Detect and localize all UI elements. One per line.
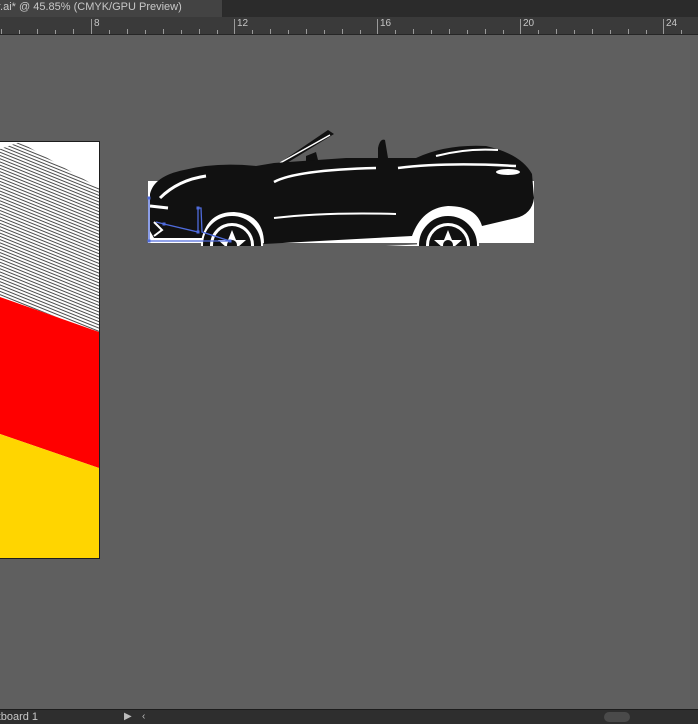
document-tab-title: r.ai* @ 45.85% (CMYK/GPU Preview) xyxy=(0,1,182,13)
artboard-name: rtboard 1 xyxy=(0,711,39,723)
ruler-label-24: 24 xyxy=(666,18,678,29)
horizontal-scrollbar[interactable] xyxy=(604,712,630,722)
ruler-ticks xyxy=(1,19,682,34)
play-icon[interactable]: ▶ xyxy=(124,711,132,723)
artboard-1[interactable] xyxy=(0,141,100,559)
horizontal-ruler[interactable]: 8 12 16 20 24 xyxy=(0,17,698,35)
ruler-label-12: 12 xyxy=(237,18,249,29)
artboard-artwork xyxy=(0,142,99,558)
chevron-left-icon[interactable]: ‹ xyxy=(142,711,145,723)
status-bar: rtboard 1 ▶ ‹ xyxy=(0,709,698,724)
artboard-navigation[interactable]: rtboard 1 xyxy=(0,710,44,724)
ruler-label-8: 8 xyxy=(94,18,100,29)
headrest xyxy=(378,139,388,158)
document-canvas[interactable] xyxy=(0,35,698,709)
ruler-label-16: 16 xyxy=(380,18,392,29)
document-tab-bar: r.ai* @ 45.85% (CMYK/GPU Preview) xyxy=(0,0,698,17)
ruler-label-20: 20 xyxy=(523,18,535,29)
document-tab[interactable]: r.ai* @ 45.85% (CMYK/GPU Preview) xyxy=(0,0,223,17)
car-illustration[interactable] xyxy=(146,126,538,246)
